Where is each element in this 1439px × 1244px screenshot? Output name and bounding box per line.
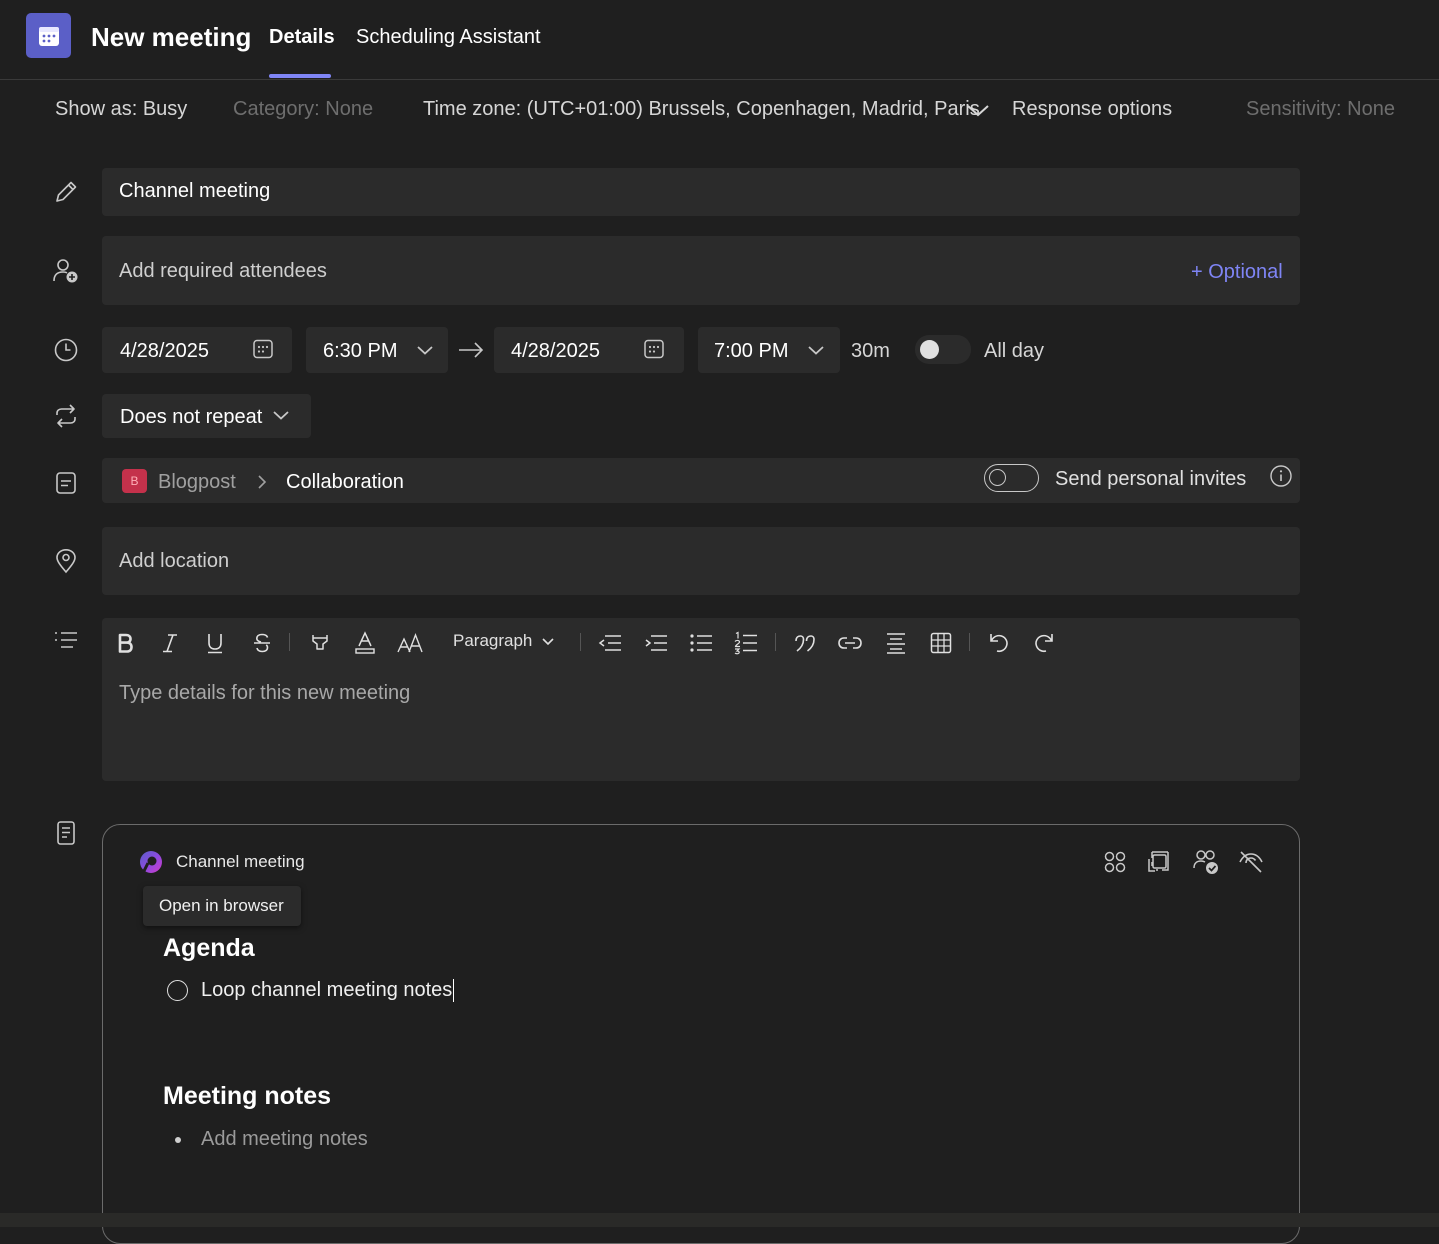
attendees-placeholder: Add required attendees [119,260,327,282]
optional-attendees-link[interactable]: + Optional [1191,261,1283,284]
clock-icon [52,336,80,364]
tooltip-text: Open in browser [159,896,284,915]
apps-grid-icon[interactable] [1102,849,1128,875]
meeting-notes-placeholder[interactable]: Add meeting notes [201,1128,368,1151]
toggle-knob [989,469,1006,486]
attendees-input[interactable]: Add required attendees + Optional [102,236,1300,305]
text-details-icon [52,626,80,654]
open-in-browser-tooltip: Open in browser [143,886,301,926]
title-input-value: Channel meeting [119,180,271,202]
chevron-down-icon[interactable] [966,101,990,119]
italic-icon[interactable] [155,628,185,658]
link-icon[interactable] [835,628,865,658]
loop-title[interactable]: Channel meeting [176,852,305,872]
decrease-indent-icon[interactable] [595,628,625,658]
quote-icon[interactable] [790,628,820,658]
agenda-item-text[interactable]: Loop channel meeting notes [201,979,455,1002]
response-options-button[interactable]: Response options [1012,98,1172,121]
active-tab-indicator [269,74,331,78]
details-placeholder: Type details for this new meeting [119,682,411,704]
chevron-down-icon [272,408,290,422]
repeat-value: Does not repeat [120,406,263,428]
category-dropdown[interactable]: Category: None [233,98,373,121]
chevron-down-icon [807,343,825,357]
bold-icon[interactable] [110,628,140,658]
eye-off-icon[interactable] [1238,849,1264,875]
chevron-right-icon [256,474,268,490]
bulleted-list-icon[interactable] [686,628,716,658]
highlighter-icon[interactable] [305,628,335,658]
task-checkbox[interactable] [167,980,188,1001]
notes-icon [52,819,80,847]
calendar-icon[interactable] [252,338,274,360]
agenda-heading: Agenda [163,934,255,962]
end-time-value: 7:00 PM [714,340,789,362]
tab-scheduling-assistant[interactable]: Scheduling Assistant [356,26,541,49]
add-person-icon [52,257,80,285]
loop-logo-icon [138,849,164,875]
show-as-dropdown[interactable]: Show as: Busy [55,98,187,121]
align-center-icon[interactable] [881,628,911,658]
start-date-picker[interactable]: 4/28/2025 [102,327,292,373]
title-input[interactable]: Channel meeting [102,168,1300,216]
arrow-right-icon [458,341,484,359]
sensitivity-dropdown[interactable]: Sensitivity: None [1246,98,1395,121]
toolbar-divider [580,633,581,651]
location-placeholder: Add location [119,550,230,572]
start-time-dropdown[interactable]: 6:30 PM [306,327,448,373]
increase-indent-icon[interactable] [641,628,671,658]
font-size-icon[interactable] [395,628,425,658]
location-pin-icon [52,547,80,575]
bottom-edge [0,1213,1439,1227]
paragraph-style-dropdown[interactable]: Paragraph [453,631,532,651]
end-date-value: 4/28/2025 [511,340,600,362]
font-color-icon[interactable] [350,628,380,658]
team-avatar: B [122,469,147,493]
info-icon[interactable] [1269,464,1293,488]
all-day-label: All day [984,340,1045,362]
start-time-value: 6:30 PM [323,340,398,362]
location-input[interactable]: Add location [102,527,1300,595]
duration-label: 30m [851,340,890,362]
page-title: New meeting [91,22,252,52]
bullet-dot [175,1137,181,1143]
people-check-icon[interactable] [1192,848,1220,876]
end-time-dropdown[interactable]: 7:00 PM [698,327,840,373]
chevron-down-icon [540,636,556,648]
toolbar-divider [289,633,290,651]
underline-icon[interactable] [200,628,230,658]
pencil-icon [52,178,80,206]
all-day-toggle[interactable] [915,335,971,364]
tab-details[interactable]: Details [269,26,335,49]
send-personal-invites-label: Send personal invites [1055,468,1247,490]
start-date-value: 4/28/2025 [120,340,209,362]
channel-selector[interactable]: B Blogpost Collaboration Send personal i… [102,458,1300,503]
undo-icon[interactable] [984,628,1014,658]
toolbar-divider [969,633,970,651]
toolbar-divider [775,633,776,651]
copy-component-icon[interactable] [1147,849,1173,875]
repeat-icon [52,402,80,430]
time-zone-dropdown[interactable]: Time zone: (UTC+01:00) Brussels, Copenha… [423,98,980,121]
strikethrough-icon[interactable] [247,628,277,658]
calendar-icon[interactable] [643,338,665,360]
toggle-knob [920,340,939,359]
channel-name[interactable]: Collaboration [286,471,404,494]
team-name[interactable]: Blogpost [158,471,236,494]
redo-icon[interactable] [1029,628,1059,658]
calendar-app-icon [26,13,71,58]
end-date-picker[interactable]: 4/28/2025 [494,327,684,373]
channel-icon [52,469,80,497]
repeat-dropdown[interactable]: Does not repeat [102,394,311,438]
chevron-down-icon [416,343,434,357]
numbered-list-icon[interactable] [731,628,761,658]
meeting-notes-heading: Meeting notes [163,1082,332,1110]
table-icon[interactable] [926,628,956,658]
send-personal-invites-toggle[interactable] [984,464,1039,492]
